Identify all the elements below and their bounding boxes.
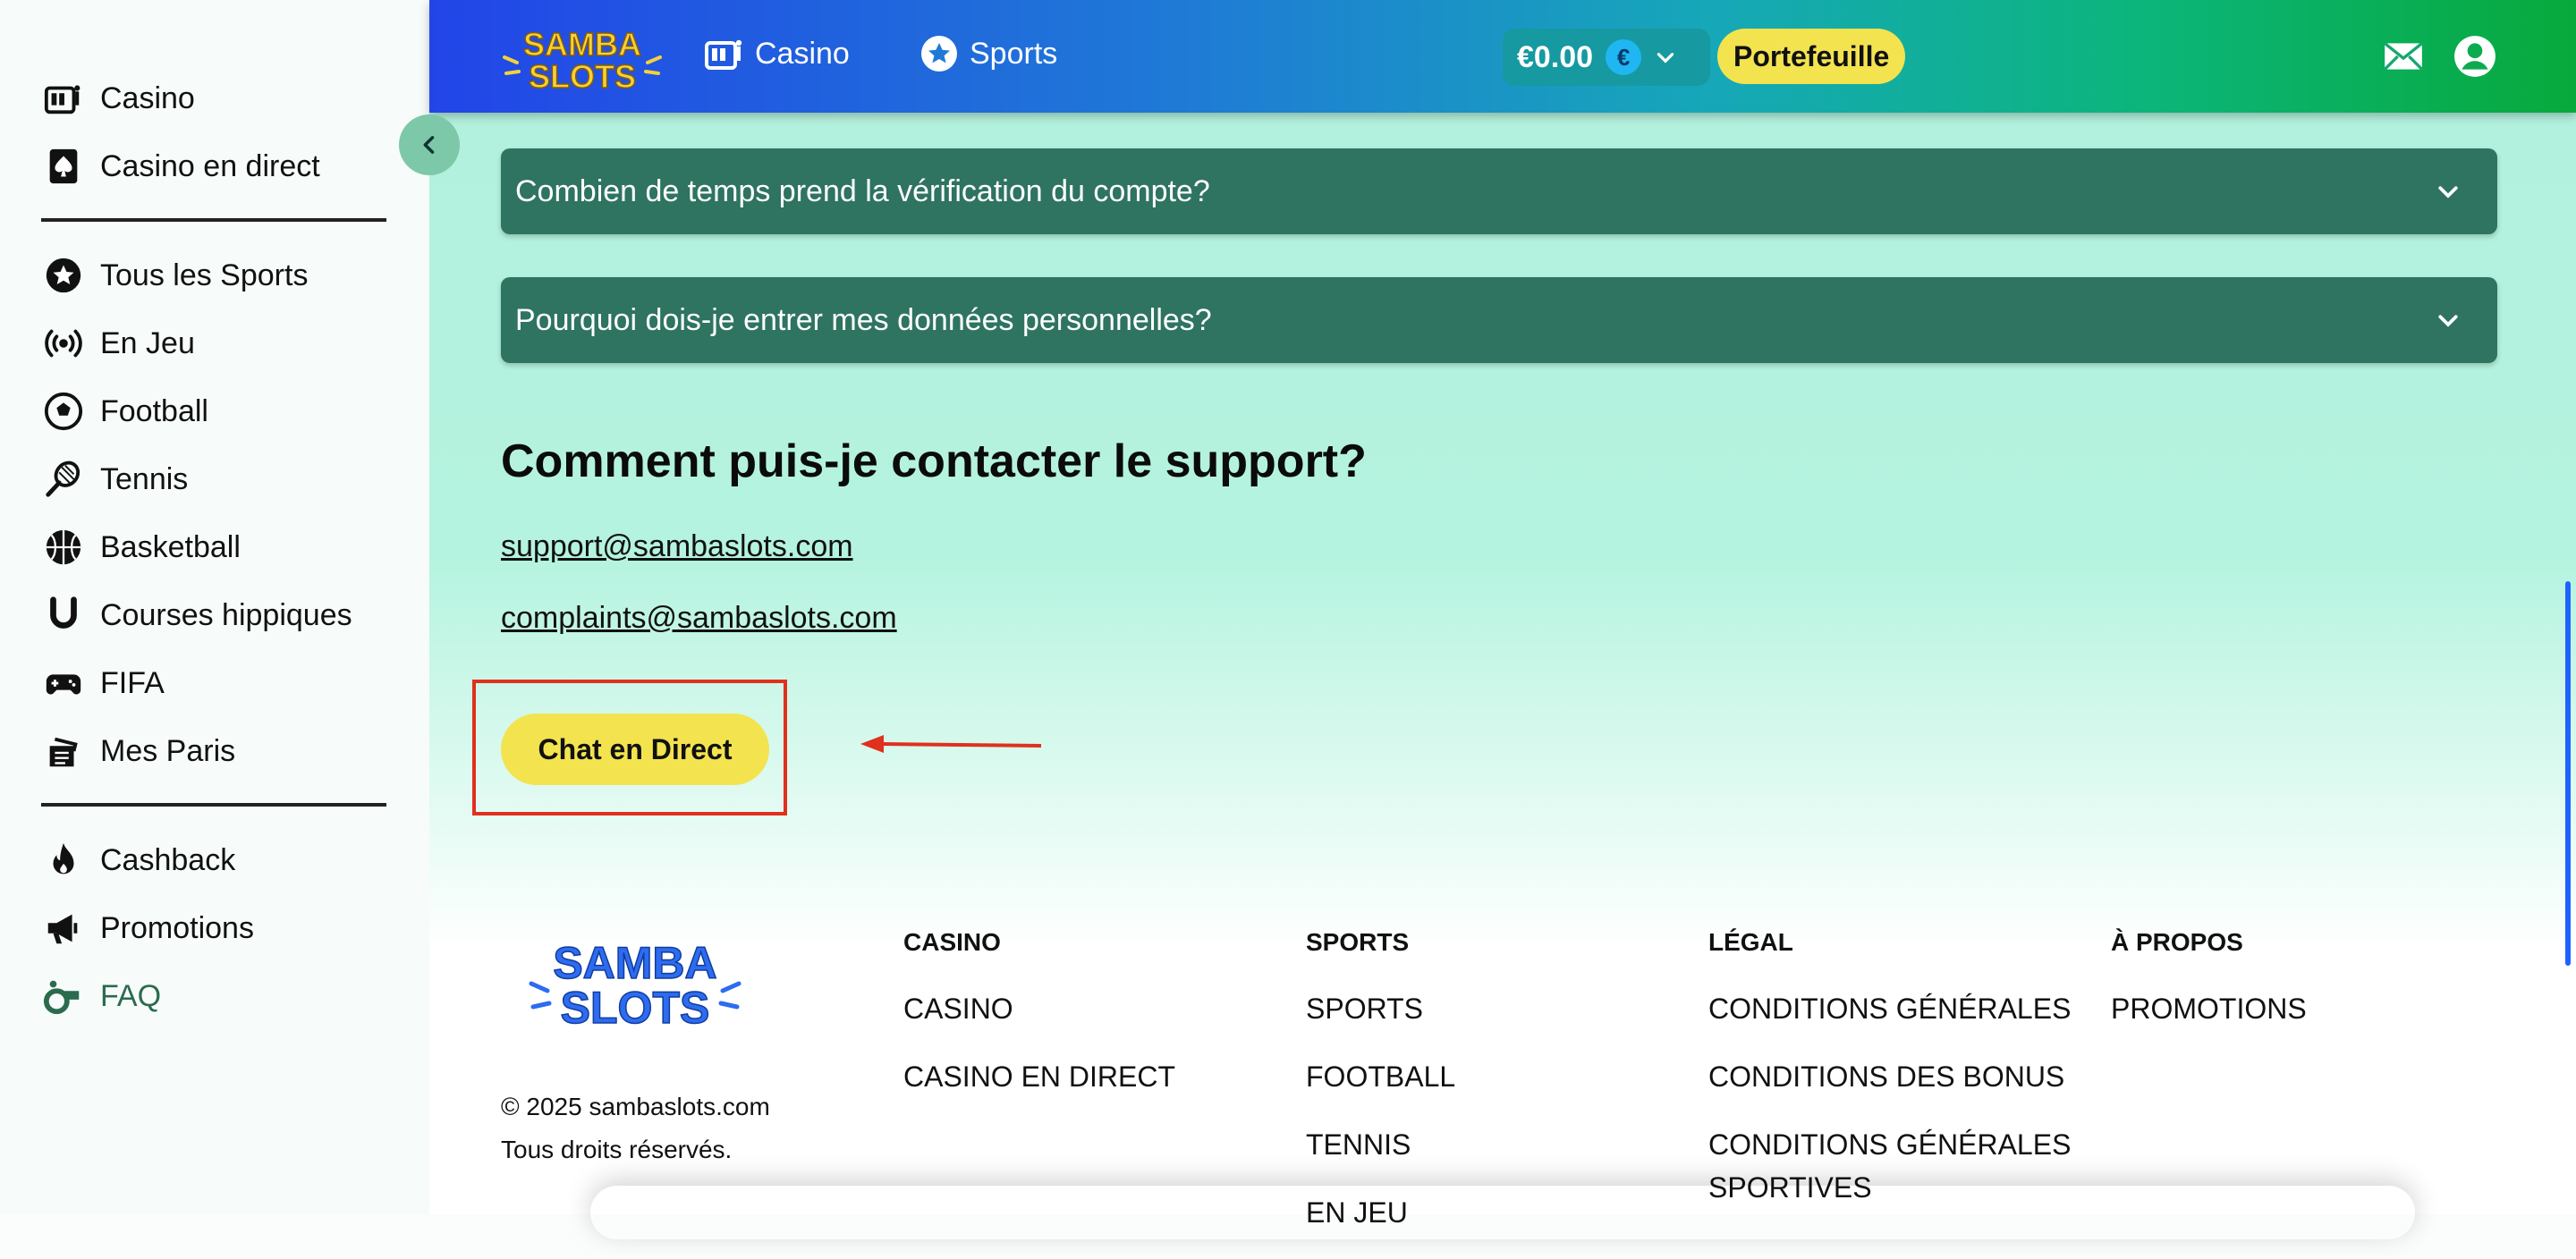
sidebar-item-casino-live[interactable]: Casino en direct xyxy=(0,132,429,200)
sidebar-item-label: Football xyxy=(100,393,208,428)
mail-icon[interactable] xyxy=(2381,34,2426,79)
sidebar-item-basketball[interactable]: Basketball xyxy=(0,513,429,581)
svg-text:SLOTS: SLOTS xyxy=(561,983,710,1033)
sidebar-item-faq[interactable]: FAQ xyxy=(0,962,429,1030)
sidebar-item-football[interactable]: Football xyxy=(0,377,429,445)
rights-text: Tous droits réservés. xyxy=(501,1136,733,1163)
footer-column-title: À PROPOS xyxy=(2111,928,2243,956)
sidebar-collapse-button[interactable] xyxy=(399,114,460,175)
footer-column-casino: CASINO CASINO CASINO EN DIRECT xyxy=(903,928,1175,1123)
footer-logo[interactable]: SAMBA SLOTS xyxy=(528,926,742,1034)
support-heading: Comment puis-je contacter le support? xyxy=(501,435,1367,487)
user-account-icon[interactable] xyxy=(2453,34,2497,79)
copyright-text: © 2025 sambaslots.com xyxy=(501,1093,770,1120)
currency-badge: € xyxy=(1606,39,1642,75)
footer-column-title: SPORTS xyxy=(1306,928,1410,956)
live-broadcast-icon xyxy=(41,321,86,366)
footer-column-title: CASINO xyxy=(903,928,1001,956)
sidebar-item-label: Tous les Sports xyxy=(100,258,309,292)
footer-link[interactable]: CONDITIONS GÉNÉRALES xyxy=(1708,987,2084,1030)
footer-link[interactable]: PROMOTIONS xyxy=(2111,987,2307,1030)
star-badge-icon xyxy=(921,36,957,72)
sidebar-item-label: Casino xyxy=(100,80,195,115)
nav-casino[interactable]: Casino xyxy=(703,32,850,75)
football-icon xyxy=(41,389,86,434)
sidebar-divider xyxy=(41,218,386,222)
sidebar-item-my-bets[interactable]: Mes Paris xyxy=(0,717,429,785)
sidebar-item-live[interactable]: En Jeu xyxy=(0,309,429,377)
nav-label: Casino xyxy=(755,36,850,71)
bottom-panel-shadow xyxy=(590,1186,2415,1239)
footer-link[interactable]: CONDITIONS DES BONUS xyxy=(1708,1055,2084,1098)
sidebar-item-tennis[interactable]: Tennis xyxy=(0,445,429,513)
slot-machine-icon xyxy=(41,76,86,121)
sidebar-item-label: FIFA xyxy=(100,665,165,700)
chevron-down-icon xyxy=(1657,53,1674,63)
chevron-down-icon xyxy=(2438,315,2458,327)
main-content: Combien de temps prend la vérification d… xyxy=(429,113,2576,1229)
svg-text:SAMBA: SAMBA xyxy=(553,938,716,988)
svg-text:SLOTS: SLOTS xyxy=(529,58,636,95)
sidebar-item-label: Promotions xyxy=(100,910,254,945)
page-scrollbar[interactable] xyxy=(2565,581,2571,966)
footer-link[interactable]: FOOTBALL xyxy=(1306,1055,1455,1098)
complaints-email-link[interactable]: complaints@sambaslots.com xyxy=(501,601,897,636)
tickets-icon xyxy=(41,729,86,773)
sidebar-item-promotions[interactable]: Promotions xyxy=(0,894,429,962)
sidebar: Casino Casino en direct Tous les Sports … xyxy=(0,0,429,1214)
star-badge-icon xyxy=(41,253,86,298)
faq-question: Pourquoi dois-je entrer mes données pers… xyxy=(515,302,1212,337)
nav-sports[interactable]: Sports xyxy=(918,32,1057,75)
sidebar-item-label: Tennis xyxy=(100,461,189,496)
sidebar-item-all-sports[interactable]: Tous les Sports xyxy=(0,241,429,309)
balance-amount: €0.00 xyxy=(1517,39,1594,74)
sidebar-item-label: En Jeu xyxy=(100,325,195,360)
faq-accordion-item[interactable]: Combien de temps prend la vérification d… xyxy=(501,148,2497,234)
sidebar-item-label: Casino en direct xyxy=(100,148,320,183)
sidebar-item-fifa[interactable]: FIFA xyxy=(0,649,429,717)
sidebar-item-label: Basketball xyxy=(100,529,241,564)
sidebar-item-label: Courses hippiques xyxy=(100,597,352,632)
sidebar-divider xyxy=(41,803,386,807)
sidebar-item-casino[interactable]: Casino xyxy=(0,64,429,132)
sidebar-item-label: FAQ xyxy=(100,978,162,1013)
chevron-down-icon xyxy=(2438,186,2458,199)
spade-card-icon xyxy=(41,144,86,189)
footer-column-title: LÉGAL xyxy=(1708,928,1793,956)
copyright-block: © 2025 sambaslots.com Tous droits réserv… xyxy=(501,1086,770,1171)
footer-link[interactable]: SPORTS xyxy=(1306,987,1455,1030)
faq-accordion-item[interactable]: Pourquoi dois-je entrer mes données pers… xyxy=(501,277,2497,363)
horseshoe-icon xyxy=(41,593,86,638)
wallet-button[interactable]: Portefeuille xyxy=(1717,29,1906,84)
sidebar-item-cashback[interactable]: Cashback xyxy=(0,826,429,894)
chevron-left-icon xyxy=(423,136,435,154)
annotation-arrow xyxy=(860,735,1042,753)
basketball-icon xyxy=(41,525,86,570)
footer-link[interactable]: CASINO xyxy=(903,987,1175,1030)
faq-question: Combien de temps prend la vérification d… xyxy=(515,173,1210,208)
live-chat-button[interactable]: Chat en Direct xyxy=(501,714,769,785)
megaphone-icon xyxy=(41,906,86,951)
support-email-link[interactable]: support@sambaslots.com xyxy=(501,529,853,564)
footer-link[interactable]: CASINO EN DIRECT xyxy=(903,1055,1175,1098)
tennis-racket-icon xyxy=(41,457,86,502)
balance-selector[interactable]: €0.00 € xyxy=(1503,29,1710,86)
footer-link[interactable]: TENNIS xyxy=(1306,1123,1455,1166)
slot-machine-icon xyxy=(705,39,742,70)
sidebar-item-label: Mes Paris xyxy=(100,733,236,768)
sidebar-item-label: Cashback xyxy=(100,842,236,877)
svg-text:SAMBA: SAMBA xyxy=(523,26,641,63)
flame-icon xyxy=(41,838,86,883)
top-bar: SAMBA SLOTS Casino Sports €0.00 € Portef… xyxy=(429,0,2576,113)
gamepad-icon xyxy=(41,661,86,706)
whistle-icon xyxy=(41,974,86,1018)
nav-label: Sports xyxy=(970,36,1058,71)
samba-slots-logo[interactable]: SAMBA SLOTS xyxy=(499,18,665,95)
sidebar-item-horse-racing[interactable]: Courses hippiques xyxy=(0,581,429,649)
footer-column-about: À PROPOS PROMOTIONS xyxy=(2111,928,2307,1055)
